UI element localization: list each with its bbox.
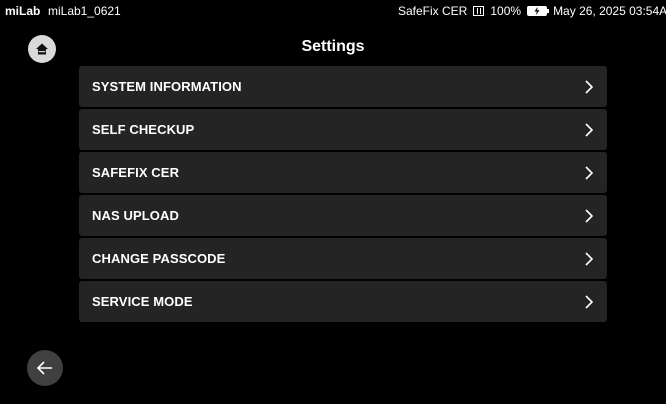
battery-charging-icon: [527, 6, 550, 16]
settings-screen: miLab miLab1_0621 SafeFix CER 100% May 2…: [0, 0, 666, 404]
menu-item-label: SAFEFIX CER: [92, 165, 180, 180]
menu-item-service-mode[interactable]: SERVICE MODE: [79, 281, 607, 322]
menu-item-safefix-cer[interactable]: SAFEFIX CER: [79, 152, 607, 193]
menu-item-label: CHANGE PASSCODE: [92, 251, 226, 266]
status-bar: miLab miLab1_0621 SafeFix CER 100% May 2…: [0, 0, 666, 22]
device-name: miLab1_0621: [48, 4, 121, 18]
menu-item-change-passcode[interactable]: CHANGE PASSCODE: [79, 238, 607, 279]
status-indicators: SafeFix CER 100% May 26, 2025 03:54AM: [398, 0, 666, 22]
chevron-right-icon: [585, 165, 594, 180]
menu-item-label: NAS UPLOAD: [92, 208, 179, 223]
chevron-right-icon: [585, 294, 594, 309]
arrow-left-icon: [36, 361, 52, 375]
menu-item-nas-upload[interactable]: NAS UPLOAD: [79, 195, 607, 236]
chevron-right-icon: [585, 122, 594, 137]
battery-percent: 100%: [490, 4, 522, 18]
menu-item-label: SERVICE MODE: [92, 294, 193, 309]
brand-name: miLab: [5, 4, 41, 18]
chevron-right-icon: [585, 208, 594, 223]
menu-item-label: SYSTEM INFORMATION: [92, 79, 242, 94]
page-title: Settings: [301, 38, 365, 55]
menu-item-label: SELF CHECKUP: [92, 122, 195, 137]
menu-item-system-information[interactable]: SYSTEM INFORMATION: [79, 66, 607, 107]
chevron-right-icon: [585, 251, 594, 266]
menu-item-self-checkup[interactable]: SELF CHECKUP: [79, 109, 607, 150]
chevron-right-icon: [585, 79, 594, 94]
safefix-status-label: SafeFix CER: [398, 4, 468, 18]
settings-menu: SYSTEM INFORMATION SELF CHECKUP SAFEFIX …: [79, 66, 607, 324]
signal-bars-icon: [473, 6, 485, 16]
back-button[interactable]: [27, 350, 63, 386]
datetime: May 26, 2025 03:54AM: [553, 4, 666, 18]
